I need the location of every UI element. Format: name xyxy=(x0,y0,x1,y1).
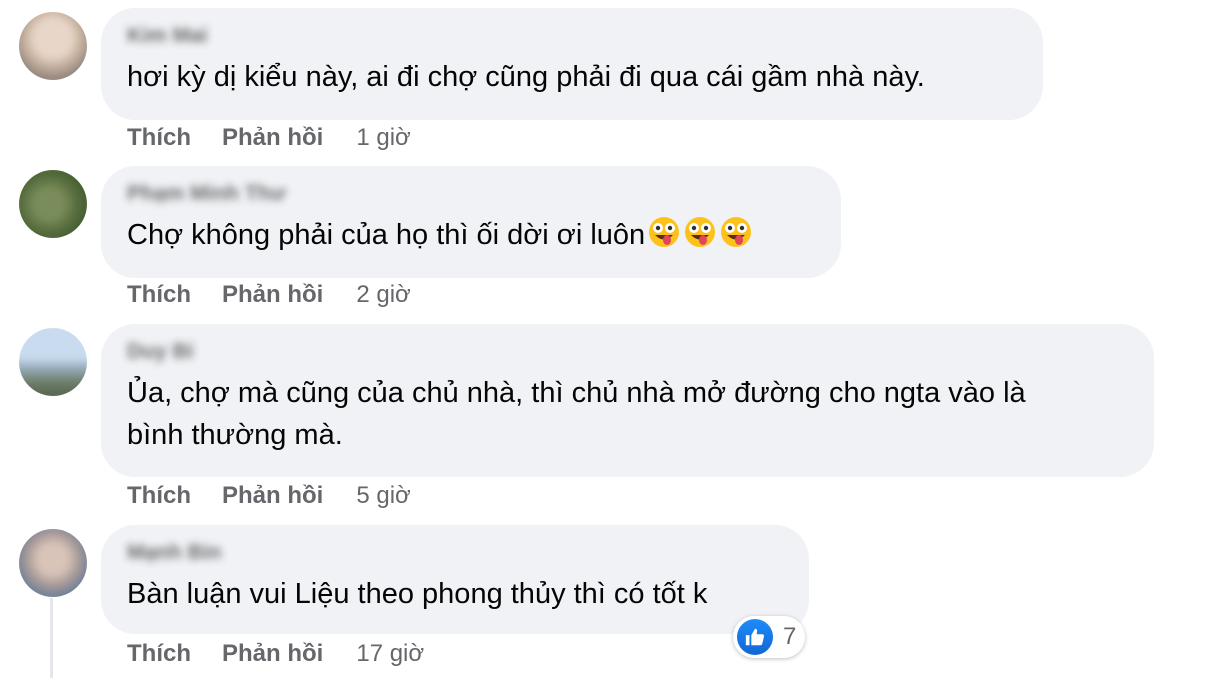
comment-text: Ủa, chợ mà cũng của chủ nhà, thì chủ nhà… xyxy=(127,372,1128,456)
comment-author[interactable]: Phạm Minh Thư xyxy=(127,180,815,208)
avatar[interactable] xyxy=(19,170,87,238)
comment-timestamp[interactable]: 5 giờ xyxy=(356,481,410,511)
comment-timestamp[interactable]: 2 giờ xyxy=(356,280,410,310)
comment-text-content: Chợ không phải của họ thì ối dời ơi luôn xyxy=(127,219,646,251)
like-button[interactable]: Thích xyxy=(127,639,191,669)
reply-button[interactable]: Phản hồi xyxy=(222,280,323,310)
comment-text-line: bình thường mà. xyxy=(127,419,343,451)
comment-actions: Thích Phản hồi 1 giờ xyxy=(127,123,411,153)
zany-face-emoji-icon xyxy=(719,215,753,261)
comment-text: hơi kỳ dị kiểu này, ai đi chợ cũng phải … xyxy=(127,61,925,93)
comment-bubble: Duy Bí Ủa, chợ mà cũng của chủ nhà, thì … xyxy=(101,324,1154,477)
comment-text-line: Ủa, chợ mà cũng của chủ nhà, thì chủ nhà… xyxy=(127,377,1026,409)
reply-button[interactable]: Phản hồi xyxy=(222,639,323,669)
reply-button[interactable]: Phản hồi xyxy=(222,481,323,511)
reaction-count: 7 xyxy=(783,623,797,650)
like-button[interactable]: Thích xyxy=(127,280,191,310)
comment-actions: Thích Phản hồi 5 giờ xyxy=(127,481,411,511)
comment-actions: Thích Phản hồi 17 giờ xyxy=(127,639,424,669)
like-button[interactable]: Thích xyxy=(127,123,191,153)
like-icon xyxy=(737,619,773,655)
comment-bubble: Phạm Minh Thư Chợ không phải của họ thì … xyxy=(101,166,841,278)
comment-bubble: Kim Mai hơi kỳ dị kiểu này, ai đi chợ cũ… xyxy=(101,8,1043,120)
avatar[interactable] xyxy=(19,12,87,80)
comment-author[interactable]: Duy Bí xyxy=(127,338,1128,366)
reply-thread-line xyxy=(50,598,53,678)
comment-text: Chợ không phải của họ thì ối dời ơi luôn xyxy=(127,214,815,261)
comment-timestamp[interactable]: 17 giờ xyxy=(356,639,424,669)
like-button[interactable]: Thích xyxy=(127,481,191,511)
comment-timestamp[interactable]: 1 giờ xyxy=(356,123,410,153)
comment-actions: Thích Phản hồi 2 giờ xyxy=(127,280,411,310)
reaction-summary[interactable]: 7 xyxy=(733,616,805,658)
reply-button[interactable]: Phản hồi xyxy=(222,123,323,153)
zany-face-emoji-icon xyxy=(647,215,681,261)
zany-face-emoji-icon xyxy=(683,215,717,261)
avatar[interactable] xyxy=(19,529,87,597)
avatar[interactable] xyxy=(19,328,87,396)
comment-author[interactable]: Kim Mai xyxy=(127,22,1017,50)
comment-text: Bàn luận vui Liệu theo phong thủy thì có… xyxy=(127,578,708,610)
comment-bubble: Mạnh Bin Bàn luận vui Liệu theo phong th… xyxy=(101,525,809,634)
comment-author[interactable]: Mạnh Bin xyxy=(127,539,783,567)
